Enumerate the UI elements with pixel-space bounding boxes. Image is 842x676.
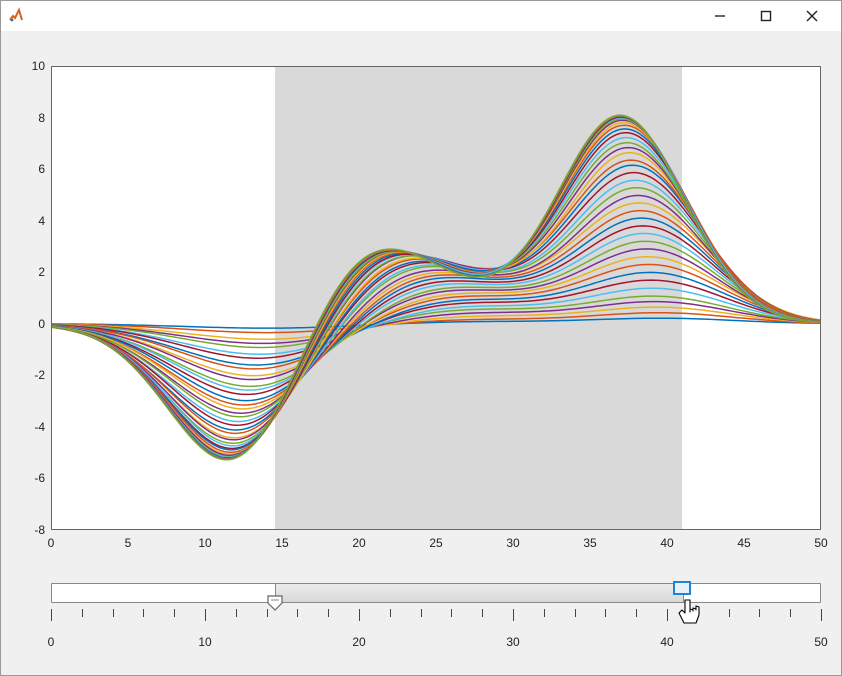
line-plot (52, 67, 820, 529)
series-s40 (52, 115, 820, 459)
series-s22 (52, 165, 820, 430)
range-selection[interactable] (275, 584, 684, 602)
range-ticks (51, 609, 821, 627)
range-slider[interactable]: 01020304050 (51, 583, 821, 655)
figure-window: -8-6-4-20246810 05101520253035404550 010… (0, 0, 842, 676)
minimize-button[interactable] (697, 1, 743, 31)
series-s1 (52, 318, 820, 328)
matlab-icon (7, 7, 25, 25)
range-track[interactable] (51, 583, 821, 603)
axes[interactable] (51, 66, 821, 530)
range-handle-high[interactable] (673, 581, 691, 595)
y-axis-ticks: -8-6-4-20246810 (16, 66, 51, 530)
axes-container: -8-6-4-20246810 05101520253035404550 (16, 61, 826, 560)
titlebar[interactable] (1, 1, 841, 32)
series-s18 (52, 195, 820, 413)
x-axis-ticks: 05101520253035404550 (51, 530, 821, 560)
maximize-button[interactable] (743, 1, 789, 31)
close-button[interactable] (789, 1, 835, 31)
series-s20 (52, 180, 820, 421)
range-labels: 01020304050 (51, 635, 821, 653)
